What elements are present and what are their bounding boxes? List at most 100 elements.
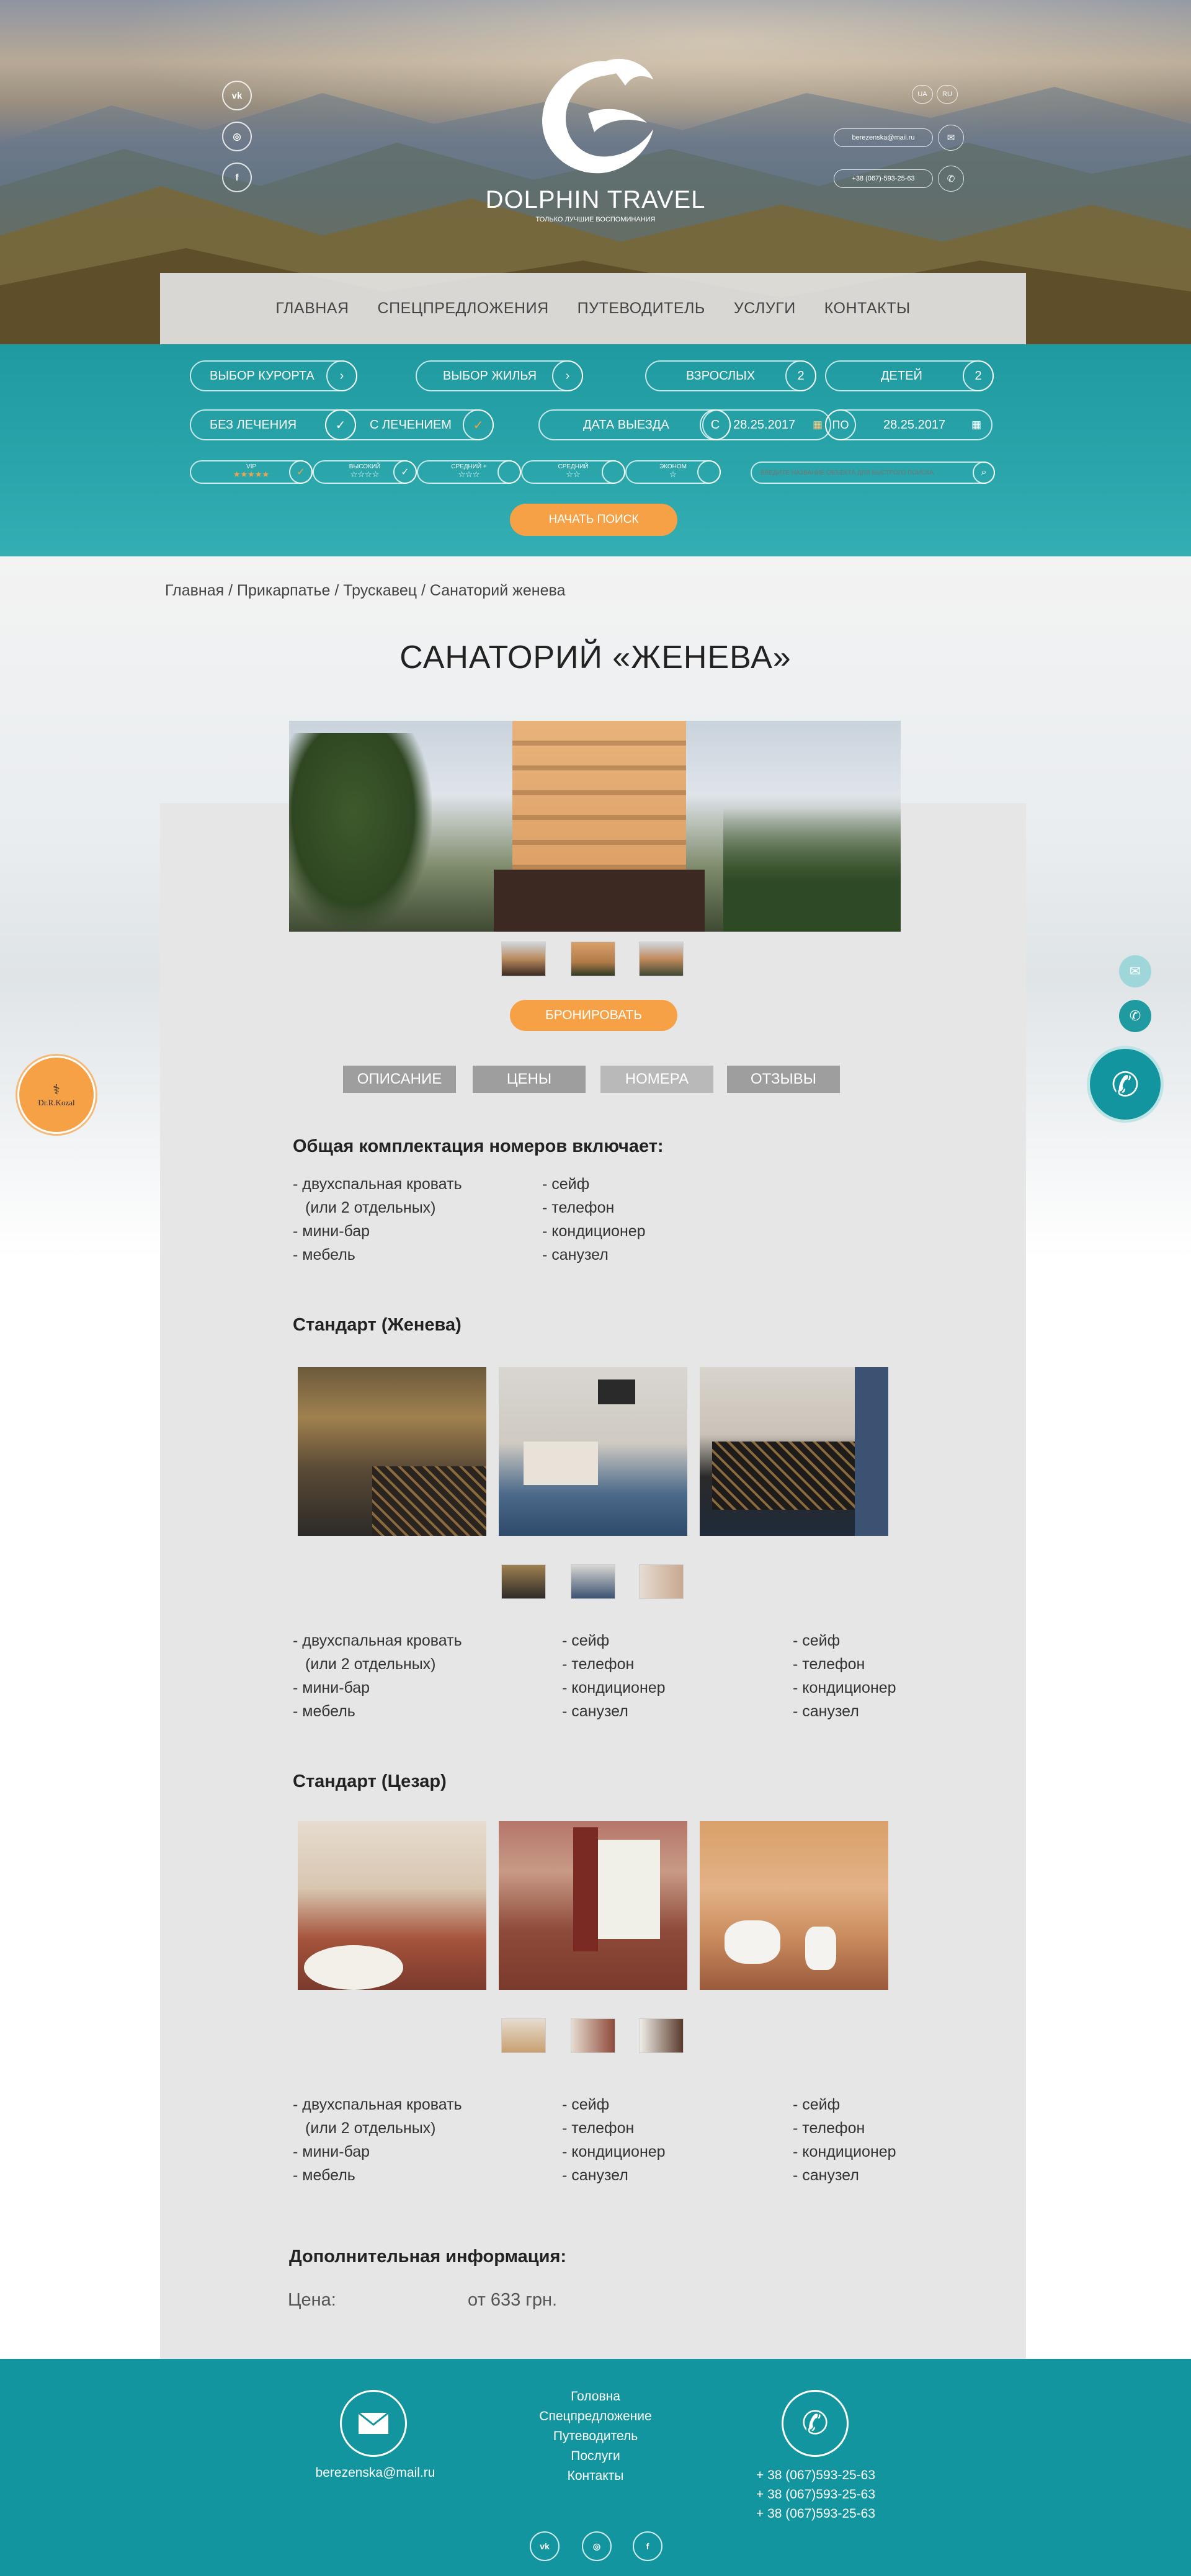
book-button[interactable]: БРОНИРОВАТЬ [510,1000,677,1031]
nav-item-contacts[interactable]: КОНТАКТЫ [824,300,911,318]
list-item: - санузел [542,1246,609,1263]
floating-phone-icon[interactable]: ✆ [1119,1000,1151,1032]
list-item: - телефон [562,1656,635,1673]
tab-reviews[interactable]: ОТЗЫВЫ [727,1066,840,1093]
breadcrumb[interactable]: Главная / Прикарпатье / Трускавец / Сана… [165,582,565,600]
list-item: (или 2 отдельных) [305,1199,436,1216]
radio-circle [697,460,721,484]
list-item: - телефон [542,1199,615,1216]
hero-header: vk ◎ f DOLPHIN TRAVEL ТОЛЬКО ЛУЧШИЕ ВОСП… [0,0,1191,344]
room-heading-geneva: Стандарт (Женева) [293,1315,462,1335]
mail-icon[interactable]: ✉ [938,125,964,151]
adults-field[interactable]: ВЗРОСЛЫХ 2 [645,360,816,391]
room-photo[interactable] [298,1367,486,1536]
footer-mail-icon[interactable] [340,2390,407,2457]
start-search-button[interactable]: НАЧАТЬ ПОИСК [510,504,677,536]
vk-icon[interactable]: vk [222,81,252,110]
resort-select-label: ВЫБОР КУРОРТА [210,368,314,383]
room-photo[interactable] [499,1367,687,1536]
lang-ua[interactable]: UA [912,85,933,104]
to-date-field[interactable]: ПО 28.25.2017 ▦ [825,409,993,440]
quick-search-input[interactable] [761,466,965,479]
chevron-right-icon: › [552,360,583,391]
floating-mail-icon[interactable]: ✉ [1119,955,1151,987]
brand-name: DOLPHIN TRAVEL [485,186,706,213]
from-date-field[interactable]: 28.25.2017 ▦ [702,409,831,440]
from-date-value: 28.25.2017 [733,417,796,432]
no-treatment-label: БЕЗ ЛЕЧЕНИЯ [210,417,297,432]
nav-item-guide[interactable]: ПУТЕВОДИТЕЛЬ [578,300,705,318]
main-nav: ГЛАВНАЯ СПЕЦПРЕДЛОЖЕНИЯ ПУТЕВОДИТЕЛЬ УСЛ… [160,273,1026,344]
adults-count[interactable]: 2 [785,360,816,391]
search-icon[interactable]: ⌕ [973,461,995,484]
calendar-icon: ▦ [971,419,981,430]
rating-medium[interactable]: СРЕДНИЙ ☆☆ [521,460,625,484]
room-list-1: - двухспальная кровать (или 2 отдельных)… [293,2093,462,2187]
room-photo[interactable] [700,1821,888,1990]
general-list-2: - сейф - телефон - кондиционер - санузел [542,1172,646,1267]
gallery-thumb[interactable] [639,1564,684,1599]
footer-vk-icon[interactable]: vk [530,2531,560,2561]
footer-phone[interactable]: + 38 (067)593-25-63 [713,2466,918,2485]
quick-search-field: ⌕ [751,461,995,484]
general-equipment-heading: Общая комплектация номеров включает: [293,1136,664,1156]
footer-phone-icon[interactable]: ✆ [782,2390,849,2457]
footer-facebook-icon[interactable]: f [633,2531,662,2561]
rating-vip[interactable]: VIP ★★★★★ ✓ [190,460,313,484]
gallery-thumb[interactable] [501,942,546,976]
gallery-thumb[interactable] [571,1564,615,1599]
footer-link-services[interactable]: Послуги [471,2449,720,2464]
footer-phone[interactable]: + 38 (067)593-25-63 [713,2485,918,2504]
footer-email[interactable]: berezenska@mail.ru [292,2466,459,2480]
rating-medium-plus[interactable]: СРЕДНИЙ + ☆☆☆ [417,460,521,484]
room-photo[interactable] [499,1821,687,1990]
gallery-thumb[interactable] [501,2018,546,2053]
footer-link-home[interactable]: Головна [471,2389,720,2404]
header-email[interactable]: berezenska@mail.ru [834,128,933,147]
with-treatment-label: С ЛЕЧЕНИЕМ [370,417,452,432]
resort-select[interactable]: ВЫБОР КУРОРТА › [190,360,357,391]
callback-phone-icon[interactable]: ✆ [1087,1046,1164,1123]
list-item: - санузел [562,2167,628,2184]
room-list-3: - сейф - телефон - кондиционер - санузел [793,2093,896,2187]
price-value: от 633 грн. [468,2290,558,2310]
lang-ru[interactable]: RU [937,85,958,104]
room-photo[interactable] [298,1821,486,1990]
tab-rooms[interactable]: НОМЕРА [600,1066,713,1093]
list-item: - мебель [293,1703,355,1720]
with-treatment-option[interactable]: С ЛЕЧЕНИЕМ ✓ [325,409,494,440]
partner-badge[interactable]: ⚕ Dr.R.Kozal [17,1056,96,1134]
list-item: (или 2 отдельных) [305,2119,436,2137]
list-item: - мебель [293,2167,355,2184]
header-phone[interactable]: +38 (067)-593-25-63 [834,169,933,188]
housing-select[interactable]: ВЫБОР ЖИЛЬЯ › [416,360,583,391]
footer-link-guide[interactable]: Путеводитель [471,2429,720,2444]
list-item: - сейф [793,2096,841,2113]
nav-item-special-offers[interactable]: СПЕЦПРЕДЛОЖЕНИЯ [378,300,549,318]
tab-description[interactable]: ОПИСАНИЕ [343,1066,456,1093]
nav-item-services[interactable]: УСЛУГИ [734,300,796,318]
check-icon: ✓ [463,409,494,440]
facebook-icon[interactable]: f [222,163,252,192]
room-photo[interactable] [700,1367,888,1536]
rating-economy[interactable]: ЭКОНОМ ☆ [625,460,721,484]
phone-icon[interactable]: ✆ [938,166,964,192]
footer-link-contacts[interactable]: Контакты [471,2469,720,2484]
rating-high[interactable]: ВЫСОКИЙ ☆☆☆☆ ✓ [313,460,417,484]
instagram-icon[interactable]: ◎ [222,122,252,151]
gallery-thumb[interactable] [501,1564,546,1599]
gallery-thumb[interactable] [639,2018,684,2053]
tab-prices[interactable]: ЦЕНЫ [473,1066,586,1093]
gallery-thumb[interactable] [571,2018,615,2053]
gallery-thumb[interactable] [571,942,615,976]
footer-instagram-icon[interactable]: ◎ [582,2531,612,2561]
gallery-thumb[interactable] [639,942,684,976]
list-item: - мебель [293,1246,355,1263]
hotel-main-photo[interactable] [289,721,901,932]
children-field[interactable]: ДЕТЕЙ 2 [825,360,994,391]
footer-link-special[interactable]: Спецпредложение [471,2409,720,2424]
list-item: - сейф [562,1632,610,1649]
footer-phone[interactable]: + 38 (067)593-25-63 [713,2504,918,2523]
children-count[interactable]: 2 [963,360,994,391]
nav-item-home[interactable]: ГЛАВНАЯ [275,300,349,318]
